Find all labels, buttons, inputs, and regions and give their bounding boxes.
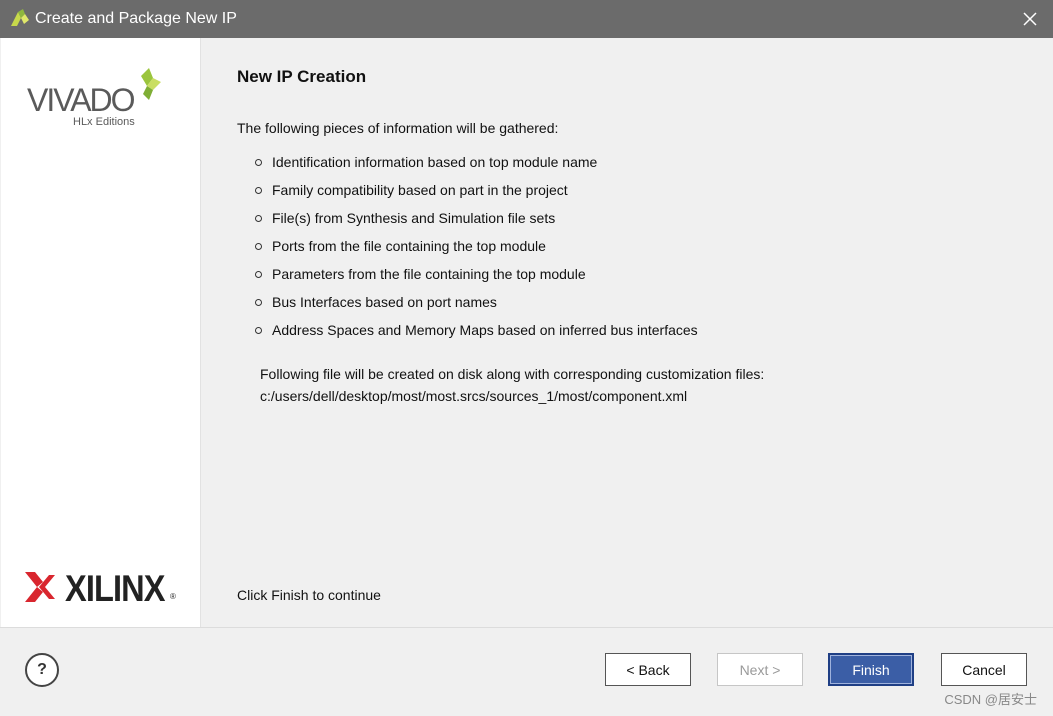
help-button[interactable]: ? bbox=[25, 653, 59, 687]
list-item: Parameters from the file containing the … bbox=[253, 266, 698, 294]
close-button[interactable] bbox=[1007, 0, 1053, 38]
create-package-ip-dialog: Create and Package New IP VIVADO HLx Edi… bbox=[0, 0, 1053, 716]
vivado-mark-icon bbox=[141, 68, 161, 100]
xilinx-logo: XILINX ® bbox=[25, 568, 185, 609]
list-item: Identification information based on top … bbox=[253, 154, 698, 182]
page-title: New IP Creation bbox=[237, 67, 367, 86]
vivado-logo-text: VIVADO bbox=[27, 82, 136, 118]
xilinx-logo-text: XILINX bbox=[65, 568, 166, 609]
file-note-text: Following file will be created on disk a… bbox=[260, 366, 765, 382]
vivado-logo: VIVADO HLx Editions bbox=[23, 66, 183, 134]
main-content: New IP Creation The following pieces of … bbox=[201, 38, 1052, 627]
finish-button[interactable]: Finish bbox=[828, 653, 914, 686]
file-note: Following file will be created on disk a… bbox=[260, 363, 764, 407]
continue-text: Click Finish to continue bbox=[237, 587, 381, 603]
window-title: Create and Package New IP bbox=[35, 10, 237, 27]
list-item: File(s) from Synthesis and Simulation fi… bbox=[253, 210, 698, 238]
list-item: Family compatibility based on part in th… bbox=[253, 182, 698, 210]
back-button[interactable]: < Back bbox=[605, 653, 691, 686]
button-bar: ? < Back Next > Finish Cancel CSDN @居安士 bbox=[0, 627, 1053, 716]
info-list: Identification information based on top … bbox=[253, 154, 698, 350]
list-item: Ports from the file containing the top m… bbox=[253, 238, 698, 266]
close-icon bbox=[1023, 12, 1037, 26]
intro-text: The following pieces of information will… bbox=[237, 120, 559, 136]
list-item: Address Spaces and Memory Maps based on … bbox=[253, 322, 698, 350]
title-bar: Create and Package New IP bbox=[0, 0, 1053, 38]
cancel-button[interactable]: Cancel bbox=[941, 653, 1027, 686]
help-icon: ? bbox=[37, 661, 47, 678]
list-item: Bus Interfaces based on port names bbox=[253, 294, 698, 322]
next-button[interactable]: Next > bbox=[717, 653, 803, 686]
registered-mark: ® bbox=[170, 592, 176, 601]
xilinx-mark-icon bbox=[25, 572, 55, 602]
sidebar-panel: VIVADO HLx Editions XILINX ® bbox=[1, 38, 201, 627]
watermark: CSDN @居安士 bbox=[944, 692, 1037, 707]
vivado-app-icon bbox=[9, 8, 31, 28]
file-path: c:/users/dell/desktop/most/most.srcs/sou… bbox=[260, 388, 688, 404]
vivado-edition-text: HLx Editions bbox=[73, 116, 135, 128]
